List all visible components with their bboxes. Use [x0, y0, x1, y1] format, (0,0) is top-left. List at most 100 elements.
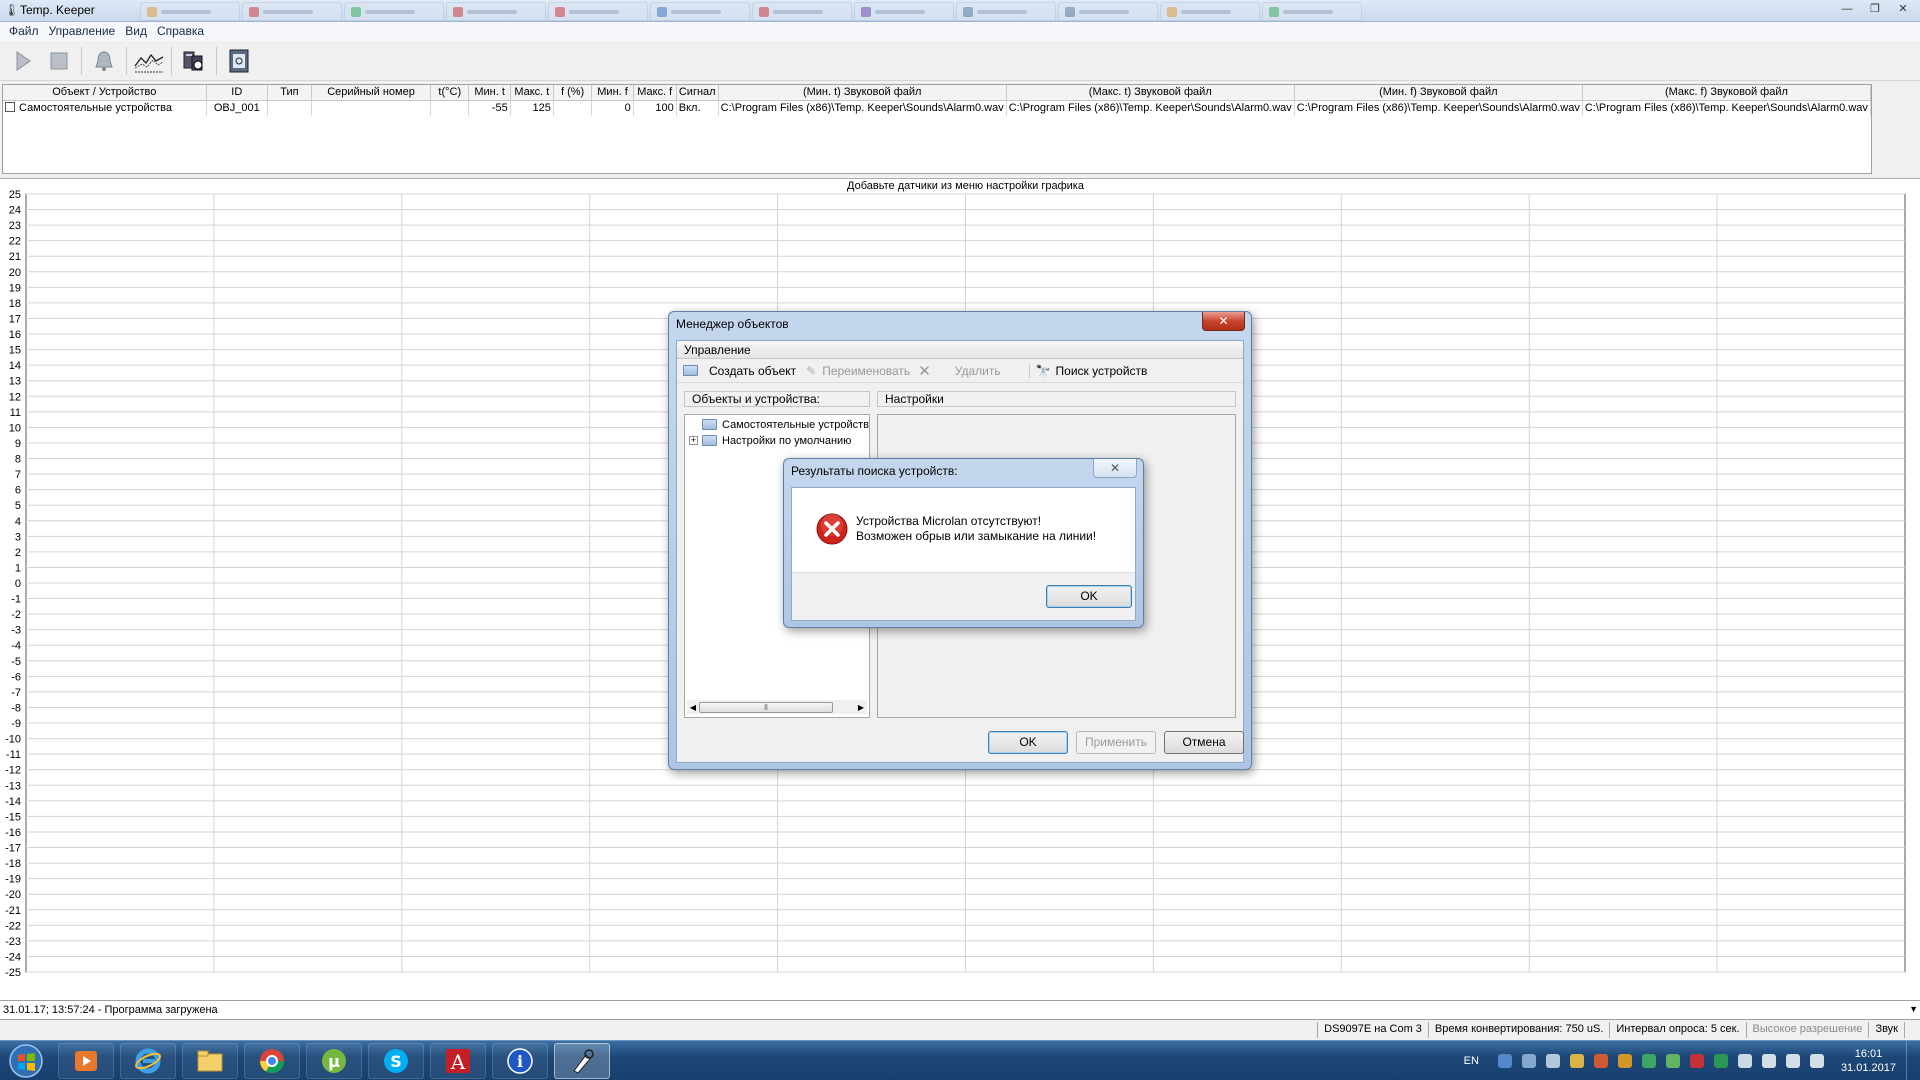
bg-tab[interactable] — [140, 2, 240, 21]
action-center-icon[interactable] — [1761, 1054, 1776, 1068]
col-header[interactable]: t(°C) — [430, 85, 470, 101]
menu-file[interactable]: Файл — [4, 22, 44, 41]
maximize-button[interactable]: ❐ — [1862, 1, 1888, 18]
col-header[interactable]: Мин. f — [591, 85, 634, 101]
tray-icon[interactable] — [1713, 1054, 1728, 1068]
ok-button[interactable]: OK — [1046, 585, 1132, 608]
stop-button[interactable] — [42, 45, 76, 77]
taskbar-autocad[interactable]: A — [430, 1043, 486, 1079]
y-tick-label: -6 — [11, 671, 21, 683]
col-header[interactable]: f (%) — [553, 85, 593, 101]
rename-button[interactable]: ✎ Переименовать — [806, 364, 910, 378]
search-devices-button[interactable]: 🔭 Поиск устройств — [1028, 363, 1147, 378]
bg-tab[interactable] — [242, 2, 342, 21]
taskbar-utorrent[interactable]: µ — [306, 1043, 362, 1079]
taskbar-media-player[interactable] — [58, 1043, 114, 1079]
cell-min-f: 0 — [591, 100, 634, 116]
create-object-button[interactable]: Создать объект — [683, 364, 796, 378]
col-header[interactable]: Макс. t — [510, 85, 554, 101]
scroll-left-icon[interactable]: ◀ — [687, 703, 699, 712]
bg-tab[interactable] — [1058, 2, 1158, 21]
report-button[interactable] — [222, 45, 256, 77]
taskbar-temp-keeper[interactable] — [554, 1043, 610, 1079]
tree-horizontal-scrollbar[interactable]: ◀ ⦀ ▶ — [687, 700, 867, 714]
taskbar-skype[interactable]: S — [368, 1043, 424, 1079]
language-indicator[interactable]: EN — [1464, 1055, 1479, 1067]
tray-icon[interactable] — [1617, 1054, 1632, 1068]
object-manager-button[interactable] — [177, 45, 211, 77]
col-header[interactable]: (Макс. f) Звуковой файл — [1582, 85, 1872, 101]
start-button[interactable] — [4, 1043, 48, 1079]
tray-icon[interactable] — [1521, 1054, 1536, 1068]
col-header[interactable]: Макс. f — [633, 85, 677, 101]
bg-tab[interactable] — [344, 2, 444, 21]
col-header[interactable]: Тип — [267, 85, 312, 101]
bluetooth-icon[interactable] — [1737, 1054, 1752, 1068]
dialog-close-button[interactable]: ✕ — [1093, 459, 1137, 478]
dialog-close-button[interactable]: ✕ — [1202, 312, 1245, 331]
bg-tab[interactable] — [1160, 2, 1260, 21]
bg-tab[interactable] — [548, 2, 648, 21]
status-conversion-time: Время конвертирования: 750 uS. — [1427, 1022, 1609, 1038]
volume-icon[interactable] — [1809, 1054, 1824, 1068]
minimize-button[interactable]: — — [1834, 1, 1860, 18]
chart-settings-button[interactable] — [132, 45, 166, 77]
col-header[interactable]: Объект / Устройство — [3, 85, 207, 101]
show-desktop-button[interactable] — [1906, 1041, 1920, 1080]
y-tick-label: 19 — [9, 282, 21, 294]
tray-icon[interactable] — [1545, 1054, 1560, 1068]
col-header[interactable]: ID — [206, 85, 268, 101]
bg-tab[interactable] — [956, 2, 1056, 21]
expand-icon[interactable]: + — [689, 436, 698, 445]
resize-grip[interactable] — [1904, 1022, 1920, 1038]
tray-icon[interactable] — [1593, 1054, 1608, 1068]
bg-tab[interactable] — [752, 2, 852, 21]
alarm-button[interactable] — [87, 45, 121, 77]
taskbar-chrome[interactable] — [244, 1043, 300, 1079]
apply-button[interactable]: Применить — [1076, 731, 1156, 754]
y-tick-label: -1 — [11, 594, 21, 606]
col-header[interactable]: (Мин. f) Звуковой файл — [1294, 85, 1583, 101]
delete-button[interactable]: ✕ Удалить — [918, 362, 1000, 380]
col-header[interactable]: Серийный номер — [311, 85, 432, 101]
status-adapter: DS9097E на Com 3 — [1317, 1022, 1428, 1038]
bg-tab[interactable] — [1262, 2, 1362, 21]
cell-object[interactable]: Самостоятельные устройства — [3, 100, 207, 116]
col-header[interactable]: Мин. t — [468, 85, 511, 101]
row-checkbox[interactable] — [5, 102, 15, 113]
bg-tab[interactable] — [446, 2, 546, 21]
tree-item-defaults[interactable]: + Настройки по умолчанию — [689, 433, 851, 448]
col-header[interactable]: Сигнал — [676, 85, 719, 101]
menu-help[interactable]: Справка — [152, 22, 209, 41]
scroll-thumb[interactable]: ⦀ — [699, 701, 833, 713]
cancel-button[interactable]: Отмена — [1164, 731, 1244, 754]
skype-icon: S — [384, 1049, 408, 1073]
bg-tab[interactable] — [650, 2, 750, 21]
menu-view[interactable]: Вид — [120, 22, 152, 41]
col-header[interactable]: (Макс. t) Звуковой файл — [1006, 85, 1295, 101]
scroll-right-icon[interactable]: ▶ — [855, 703, 867, 712]
tray-icon[interactable] — [1665, 1054, 1680, 1068]
search-results-dialog: Результаты поиска устройств: ✕ Устройств… — [783, 458, 1144, 628]
col-header[interactable]: (Мин. t) Звуковой файл — [718, 85, 1007, 101]
tray-icon[interactable] — [1689, 1054, 1704, 1068]
ok-button[interactable]: OK — [988, 731, 1068, 754]
taskbar-info[interactable]: i — [492, 1043, 548, 1079]
log-scroll-down-icon[interactable]: ▼ — [1909, 1004, 1918, 1014]
clock[interactable]: 16:01 31.01.2017 — [1841, 1047, 1896, 1075]
start-button[interactable] — [6, 45, 40, 77]
taskbar-file-explorer[interactable] — [182, 1043, 238, 1079]
tray-icon[interactable] — [1641, 1054, 1656, 1068]
table-row[interactable]: Самостоятельные устройства OBJ_001 -55 1… — [3, 100, 1872, 116]
bg-tab[interactable] — [854, 2, 954, 21]
menu-control[interactable]: Управление — [44, 22, 121, 41]
tray-icon[interactable] — [1569, 1054, 1584, 1068]
tray-icon[interactable] — [1497, 1054, 1512, 1068]
y-tick-label: -12 — [5, 765, 21, 777]
network-icon[interactable] — [1785, 1054, 1800, 1068]
cell-min-t: -55 — [468, 100, 511, 116]
close-button[interactable]: ✕ — [1890, 1, 1916, 18]
cell-sound-max-f: C:\Program Files (x86)\Temp. Keeper\Soun… — [1582, 100, 1872, 116]
tree-item-standalone[interactable]: Самостоятельные устройства — [689, 417, 869, 432]
taskbar-internet-explorer[interactable] — [120, 1043, 176, 1079]
